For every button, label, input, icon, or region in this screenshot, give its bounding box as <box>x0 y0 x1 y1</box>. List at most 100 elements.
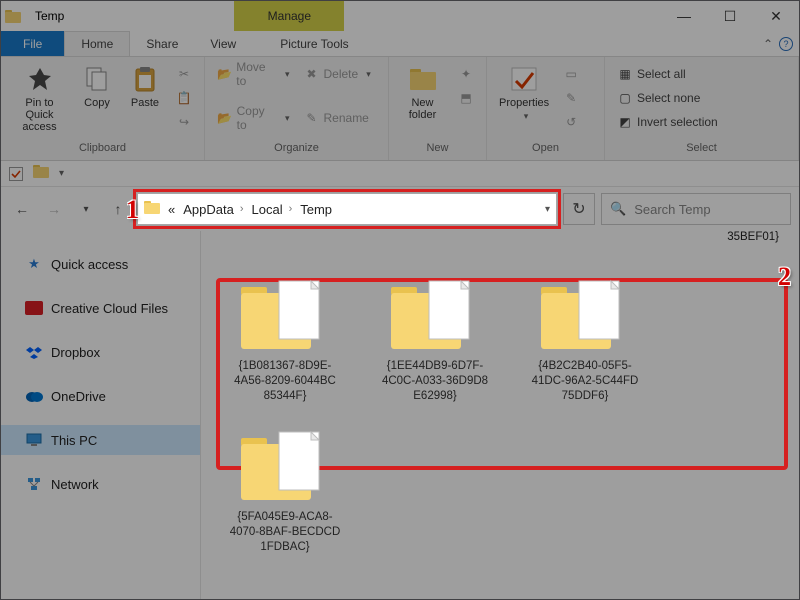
back-button[interactable]: ← <box>9 196 35 222</box>
collapse-ribbon-icon[interactable]: ⌃ <box>763 37 773 51</box>
sidebar-item-dropbox[interactable]: Dropbox <box>1 337 200 367</box>
search-box[interactable]: 🔍 Search Temp <box>601 193 791 225</box>
copy-to-button[interactable]: 📂Copy to <box>211 107 296 129</box>
invert-selection-button[interactable]: ◩Invert selection <box>611 111 724 133</box>
copy-button[interactable]: Copy <box>74 61 120 111</box>
group-label-select: Select <box>605 142 798 160</box>
group-label-organize: Organize <box>205 142 388 160</box>
breadcrumb-appdata[interactable]: AppData› <box>183 202 243 217</box>
network-icon <box>25 475 43 493</box>
qat-dropdown-icon[interactable]: ▾ <box>59 168 64 179</box>
folder-item[interactable]: {9D27D3BE-DFA <box>515 571 655 599</box>
rename-button[interactable]: ✎Rename <box>298 107 383 129</box>
maximize-button[interactable]: ☐ <box>707 1 753 31</box>
sidebar-item-this-pc[interactable]: This PC <box>1 425 200 455</box>
content-pane[interactable]: 35BEF01} {1B081367-8D9E-4A56-8209-6044BC… <box>201 231 799 599</box>
rename-icon: ✎ <box>304 110 320 126</box>
easy-access-button[interactable]: ⬒ <box>452 87 480 109</box>
properties-button[interactable]: Properties <box>493 61 555 124</box>
onedrive-icon <box>25 387 43 405</box>
breadcrumb-local[interactable]: Local› <box>252 202 293 217</box>
folder-item[interactable]: {6E3228E7-59ED <box>215 571 355 599</box>
context-tab-manage[interactable]: Manage <box>234 1 344 31</box>
tab-file[interactable]: File <box>1 31 64 56</box>
paste-shortcut-button[interactable]: ↪ <box>170 111 198 133</box>
new-item-button[interactable]: ✦ <box>452 63 480 85</box>
pin-quick-access-button[interactable]: Pin to Quick access <box>7 61 72 135</box>
chevron-right-icon: › <box>289 203 293 215</box>
tab-picture-tools[interactable]: Picture Tools <box>264 31 364 56</box>
folder-name: {4B2C2B40-05F5-41DC-96A2-5C44FD75DDF6} <box>532 359 639 404</box>
easy-access-icon: ⬒ <box>458 90 474 106</box>
address-bar[interactable]: « AppData› Local› Temp ▾ <box>137 193 557 225</box>
annotation-marker-2: 2 <box>778 262 791 292</box>
folder-item[interactable]: {1B081367-8D9E-4A56-8209-6044BC85344F} <box>215 261 355 412</box>
cut-button[interactable]: ✂ <box>170 63 198 85</box>
folder-item[interactable]: {9A546AAC-0651 <box>365 571 505 599</box>
tab-home[interactable]: Home <box>64 31 130 56</box>
paste-button[interactable]: Paste <box>122 61 168 111</box>
sidebar-item-onedrive[interactable]: OneDrive <box>1 381 200 411</box>
folder-icon <box>235 269 335 355</box>
edit-icon: ✎ <box>563 90 579 106</box>
help-icon[interactable]: ? <box>779 37 793 51</box>
delete-button[interactable]: ✖Delete <box>298 63 383 85</box>
breadcrumb-temp[interactable]: Temp <box>300 202 332 217</box>
history-button[interactable]: ↺ <box>557 111 585 133</box>
folder-item[interactable]: {1EE44DB9-6D7F-4C0C-A033-36D9D8E62998} <box>365 261 505 412</box>
forward-button[interactable]: → <box>41 196 67 222</box>
folder-icon <box>235 420 335 506</box>
body: ★Quick access Creative Cloud Files Dropb… <box>1 231 799 599</box>
history-icon: ↺ <box>563 114 579 130</box>
partial-item-above: 35BEF01} <box>727 231 779 243</box>
quick-access-toolbar: ▾ <box>1 161 799 187</box>
move-to-button[interactable]: 📂Move to <box>211 63 296 85</box>
select-all-checkbox[interactable] <box>9 167 23 181</box>
copy-icon <box>81 63 113 95</box>
tab-share[interactable]: Share <box>130 31 194 56</box>
open-button[interactable]: ▭ <box>557 63 585 85</box>
open-icon: ▭ <box>563 66 579 82</box>
folder-qat-icon <box>33 164 49 183</box>
delete-icon: ✖ <box>304 66 320 82</box>
new-folder-button[interactable]: New folder <box>395 61 450 123</box>
breadcrumb-overflow[interactable]: « <box>168 202 175 217</box>
shortcut-icon: ↪ <box>176 114 192 130</box>
address-folder-icon <box>144 200 160 219</box>
select-none-button[interactable]: ▢Select none <box>611 87 724 109</box>
folder-name: {1B081367-8D9E-4A56-8209-6044BC85344F} <box>234 359 336 404</box>
ribbon: Pin to Quick access Copy Paste ✂ 📋 ↪ Cli… <box>1 57 799 161</box>
tab-view[interactable]: View <box>194 31 252 56</box>
recent-locations-button[interactable]: ▾ <box>73 196 99 222</box>
folder-icon <box>385 269 485 355</box>
address-dropdown-icon[interactable]: ▾ <box>545 204 550 215</box>
close-button[interactable]: ✕ <box>753 1 799 31</box>
folder-item[interactable]: {4B2C2B40-05F5-41DC-96A2-5C44FD75DDF6} <box>515 261 655 412</box>
refresh-button[interactable]: ↻ <box>563 193 595 225</box>
scissors-icon: ✂ <box>176 66 192 82</box>
copy-path-button[interactable]: 📋 <box>170 87 198 109</box>
edit-button[interactable]: ✎ <box>557 87 585 109</box>
move-to-icon: 📂 <box>217 66 232 82</box>
copy-to-icon: 📂 <box>217 110 233 126</box>
copy-path-icon: 📋 <box>176 90 192 106</box>
select-all-button[interactable]: ▦Select all <box>611 63 724 85</box>
minimize-button[interactable]: — <box>661 1 707 31</box>
folder-grid-row2: {6E3228E7-59ED {9A546AAC-0651 {9D27D3BE-DF… <box>215 571 785 599</box>
group-label-open: Open <box>487 142 604 160</box>
properties-icon <box>508 63 540 95</box>
folder-open-icon <box>235 579 335 599</box>
address-row: ← → ▾ ↑ « AppData› Local› Temp ▾ ↻ 🔍 Sea… <box>1 187 799 231</box>
new-folder-icon <box>407 63 439 95</box>
folder-icon <box>535 269 635 355</box>
this-pc-icon <box>25 431 43 449</box>
annotation-marker-1: 1 <box>126 195 139 225</box>
sidebar-item-quick-access[interactable]: ★Quick access <box>1 249 200 279</box>
folder-title-icon <box>1 1 25 31</box>
sidebar-item-network[interactable]: Network <box>1 469 200 499</box>
sidebar-item-creative-cloud[interactable]: Creative Cloud Files <box>1 293 200 323</box>
folder-item[interactable]: {5FA045E9-ACA8-4070-8BAF-BECDCD1FDBAC} <box>215 412 355 563</box>
select-none-icon: ▢ <box>617 90 633 106</box>
properties-label: Properties <box>499 97 549 109</box>
group-label-new: New <box>389 142 486 160</box>
